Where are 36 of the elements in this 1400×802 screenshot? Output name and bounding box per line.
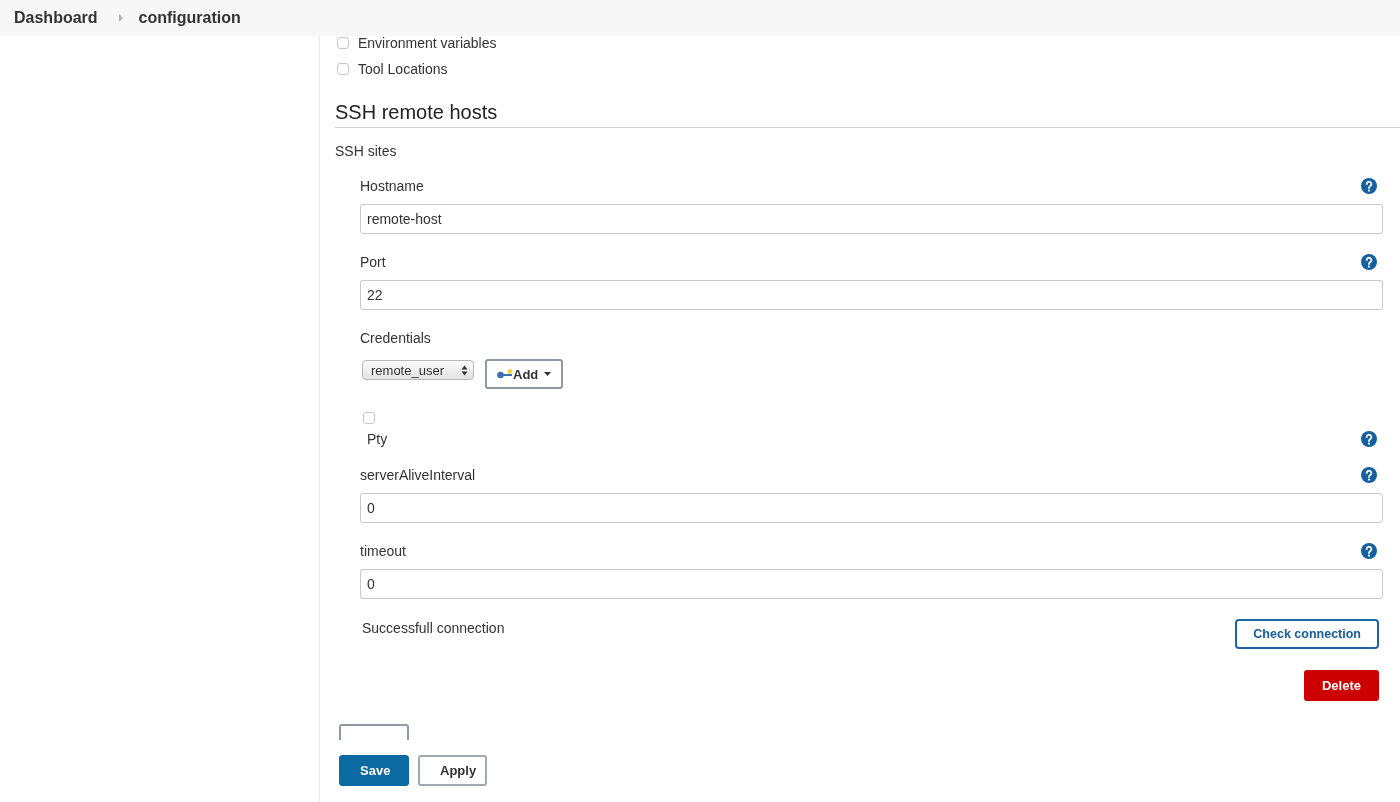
key-icon <box>497 369 513 379</box>
caret-down-icon <box>544 372 552 376</box>
checkbox[interactable] <box>363 412 375 424</box>
field-label: Hostname <box>360 178 424 194</box>
save-button[interactable]: Save <box>339 755 409 786</box>
help-icon[interactable] <box>1361 254 1377 270</box>
help-icon[interactable] <box>1361 467 1377 483</box>
input-field[interactable]: 22 <box>360 280 1383 310</box>
add-button[interactable] <box>339 724 409 740</box>
input-field[interactable]: 0 <box>360 493 1383 523</box>
field-label: Port <box>360 254 386 270</box>
input-field[interactable]: 0 <box>360 569 1383 599</box>
breadcrumb-link[interactable]: configuration <box>138 8 241 28</box>
up-down-arrows-icon <box>461 364 468 376</box>
checkbox[interactable] <box>337 37 349 49</box>
field-label: Pty <box>367 431 388 447</box>
credentials-select[interactable]: remote_user <box>362 360 474 380</box>
add-credentials-button[interactable]: Add <box>485 359 564 389</box>
field-label: timeout <box>360 543 406 559</box>
checkbox[interactable] <box>337 63 349 75</box>
field-label: Credentials <box>360 330 431 346</box>
input-field[interactable]: remote-host <box>360 204 1383 234</box>
breadcrumb-link[interactable]: Dashboard <box>14 8 98 28</box>
caret-right-icon <box>118 14 123 22</box>
checkbox-label: Environment variables <box>358 36 497 50</box>
checkbox-label: Tool Locations <box>358 62 448 76</box>
field-label: serverAliveInterval <box>360 467 476 483</box>
help-icon[interactable] <box>1361 178 1377 194</box>
delete-button[interactable]: Delete <box>1303 670 1379 701</box>
help-icon[interactable] <box>1361 431 1377 447</box>
status-text: Successfull connection <box>362 620 505 636</box>
help-icon[interactable] <box>1361 543 1377 559</box>
check-connection-button[interactable]: Check connection <box>1235 619 1379 649</box>
section-heading: SSH remote hosts <box>335 100 498 124</box>
apply-button[interactable]: Apply <box>418 755 487 786</box>
subsection-label: SSH sites <box>335 143 397 159</box>
